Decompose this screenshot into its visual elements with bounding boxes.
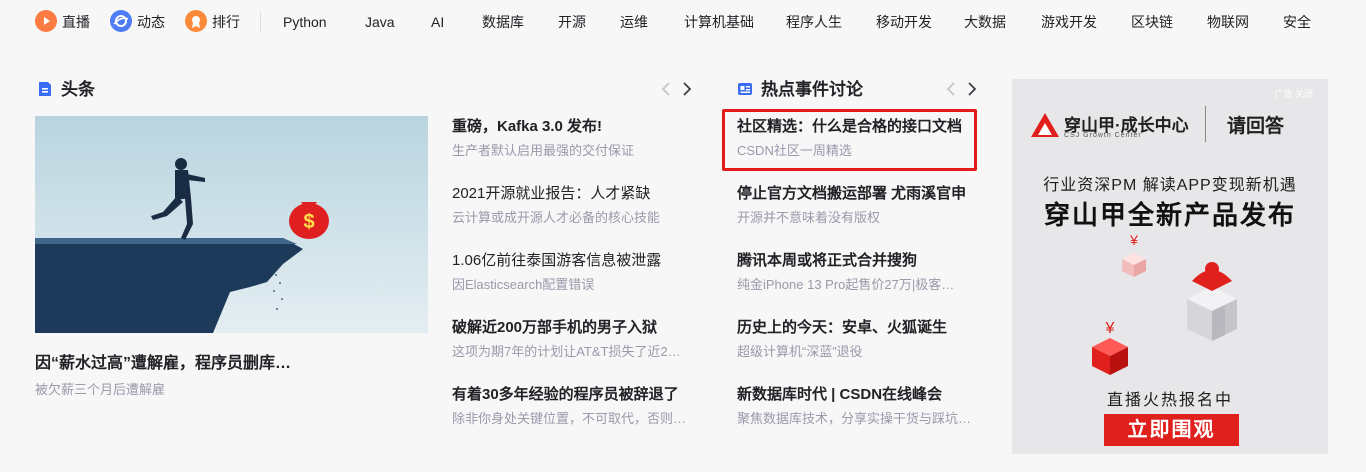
nav-category-gamedev[interactable]: 游戏开发 xyxy=(1041,0,1097,44)
ad-brand-sub: CSJ Growth Center xyxy=(1064,132,1142,139)
news-card-icon xyxy=(737,81,753,97)
ad-line1: 行业资深PM 解读APP变现新机遇 xyxy=(1043,177,1297,194)
advertisement-banner[interactable]: 广告 关闭 穿山甲·成长中心 CSJ Growth Center 请回答 行业资… xyxy=(1012,79,1328,454)
ad-separator xyxy=(1205,106,1206,142)
ad-line2: 穿山甲全新产品发布 xyxy=(1043,200,1296,230)
nav-category-python[interactable]: Python xyxy=(283,0,327,44)
headlines-header: 头条 xyxy=(37,79,95,101)
chevron-left-icon[interactable] xyxy=(659,81,675,97)
headline-item[interactable]: 破解近200万部手机的男子入狱 这项为期7年的计划让AT&T损失了近2… xyxy=(452,318,692,361)
nav-category-bigdata[interactable]: 大数据 xyxy=(964,0,1006,44)
nav-category-opensource[interactable]: 开源 xyxy=(558,0,586,44)
ad-live-text: 直播火热报名中 xyxy=(1106,392,1233,409)
headline-item-desc: 这项为期7年的计划让AT&T损失了近2… xyxy=(452,344,681,359)
headline-item[interactable]: 2021开源就业报告：人才紧缺 云计算或成开源人才必备的核心技能 xyxy=(452,184,692,227)
svg-text:¥: ¥ xyxy=(1105,320,1115,337)
headline-item-title[interactable]: 重磅，Kafka 3.0 发布! xyxy=(452,117,692,137)
ad-brand2: 请回答 xyxy=(1227,116,1285,137)
nav-item-label: 排行 xyxy=(212,14,240,30)
hot-item-title[interactable]: 停止官方文档搬运部署 尤雨溪官申 xyxy=(737,184,974,204)
hot-item[interactable]: 停止官方文档搬运部署 尤雨溪官申 开源并不意味着没有版权 xyxy=(737,184,974,227)
hot-item[interactable]: 腾讯本周或将正式合并搜狗 纯金iPhone 13 Pro起售价27万|极客… xyxy=(737,251,974,294)
nav-category-security[interactable]: 安全 xyxy=(1283,0,1311,44)
headline-item-title[interactable]: 1.06亿前往泰国游客信息被泄露 xyxy=(452,251,692,271)
hot-title: 热点事件讨论 xyxy=(761,80,863,99)
nav-item-activity[interactable]: 动态 xyxy=(110,0,165,44)
hot-item-title[interactable]: 腾讯本周或将正式合并搜狗 xyxy=(737,251,974,271)
headline-item[interactable]: 重磅，Kafka 3.0 发布! 生产者默认启用最强的交付保证 xyxy=(452,117,692,160)
pangolin-logo-icon xyxy=(1031,113,1059,137)
featured-desc: 被欠薪三个月后遭解雇 xyxy=(35,382,166,397)
svg-text:$: $ xyxy=(303,211,314,233)
featured-title[interactable]: 因“薪水过高”遭解雇，程序员删库… xyxy=(35,349,428,373)
chevron-right-icon[interactable] xyxy=(678,81,694,97)
highlight-box xyxy=(722,109,977,171)
hot-item-desc: 超级计算机“深蓝”退役 xyxy=(737,344,863,359)
nav-divider xyxy=(260,12,261,32)
hot-item[interactable]: 历史上的今天：安卓、火狐诞生 超级计算机“深蓝”退役 xyxy=(737,318,974,361)
activity-icon xyxy=(110,10,132,33)
hot-item-title[interactable]: 历史上的今天：安卓、火狐诞生 xyxy=(737,318,974,338)
headline-item-title[interactable]: 有着30多年经验的程序员被辞退了 xyxy=(452,385,692,405)
live-icon xyxy=(35,10,57,33)
headline-item-title[interactable]: 2021开源就业报告：人才紧缺 xyxy=(452,184,692,204)
nav-category-iot[interactable]: 物联网 xyxy=(1207,0,1249,44)
headline-item-desc: 生产者默认启用最强的交付保证 xyxy=(452,143,635,158)
top-nav: 直播 动态 排行 Python Java AI 数据库 开源 运维 计算机基础 … xyxy=(0,0,1366,44)
hot-item-desc: 纯金iPhone 13 Pro起售价27万|极客… xyxy=(737,277,955,292)
hot-header: 热点事件讨论 xyxy=(737,79,863,101)
chevron-left-icon[interactable] xyxy=(944,81,960,97)
hot-item-desc: 聚焦数据库技术，分享实操干货与踩坑… xyxy=(737,411,972,426)
headline-item[interactable]: 1.06亿前往泰国游客信息被泄露 因Elasticsearch配置错误 xyxy=(452,251,692,294)
nav-item-label: 直播 xyxy=(62,14,90,30)
chevron-right-icon[interactable] xyxy=(963,81,979,97)
headline-item-desc: 云计算或成开源人才必备的核心技能 xyxy=(452,210,661,225)
ad-3d-cubes-illustration: ¥ ¥ xyxy=(1092,232,1237,375)
headlines-title: 头条 xyxy=(61,80,95,99)
nav-category-cs-basics[interactable]: 计算机基础 xyxy=(684,0,754,44)
hot-item[interactable]: 新数据库时代 | CSDN在线峰会 聚焦数据库技术，分享实操干货与踩坑… xyxy=(737,385,974,428)
hot-item-title[interactable]: 新数据库时代 | CSDN在线峰会 xyxy=(737,385,974,405)
nav-category-programmer-life[interactable]: 程序人生 xyxy=(786,0,842,44)
headline-item-desc: 除非你身处关键位置，不可取代，否则… xyxy=(452,411,687,426)
nav-category-ai[interactable]: AI xyxy=(431,0,444,44)
hot-item-desc: 开源并不意味着没有版权 xyxy=(737,210,881,225)
headline-item-title[interactable]: 破解近200万部手机的男子入狱 xyxy=(452,318,692,338)
svg-text:¥: ¥ xyxy=(1129,232,1138,248)
featured-image[interactable]: $ xyxy=(35,116,428,333)
document-icon xyxy=(37,81,53,97)
nav-category-database[interactable]: 数据库 xyxy=(482,0,524,44)
nav-item-rank[interactable]: 排行 xyxy=(185,0,240,44)
nav-item-live[interactable]: 直播 xyxy=(35,0,90,44)
ad-cta-button[interactable]: 立即围观 xyxy=(1104,414,1239,446)
nav-item-label: 动态 xyxy=(137,14,165,30)
headline-item[interactable]: 有着30多年经验的程序员被辞退了 除非你身处关键位置，不可取代，否则… xyxy=(452,385,692,428)
rank-icon xyxy=(185,10,207,33)
nav-category-blockchain[interactable]: 区块链 xyxy=(1131,0,1173,44)
nav-category-java[interactable]: Java xyxy=(365,0,395,44)
headline-item-desc: 因Elasticsearch配置错误 xyxy=(452,277,595,292)
nav-category-ops[interactable]: 运维 xyxy=(620,0,648,44)
ad-close-label[interactable]: 广告 关闭 xyxy=(1274,87,1313,100)
nav-category-mobile[interactable]: 移动开发 xyxy=(876,0,932,44)
